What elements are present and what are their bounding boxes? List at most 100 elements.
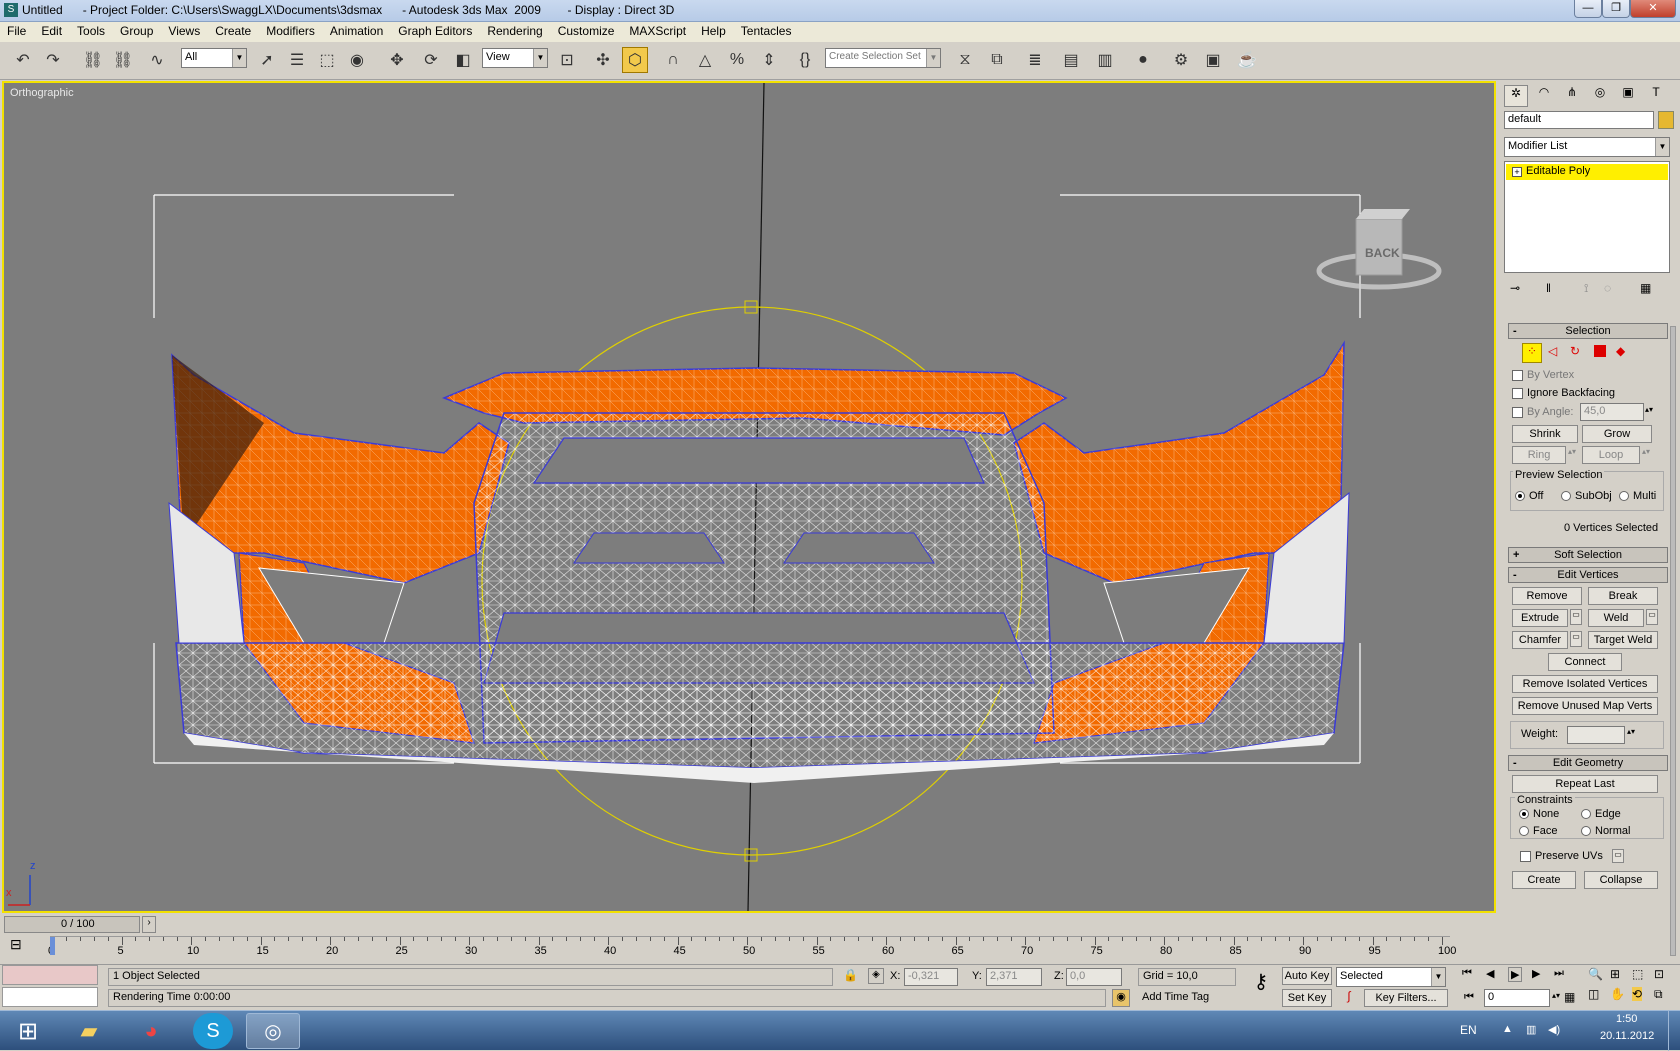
manipulate-icon[interactable]: ✣ (590, 47, 616, 73)
menu-views[interactable]: Views (161, 22, 208, 38)
extrude-settings-icon[interactable]: ▭ (1570, 609, 1582, 625)
make-unique-icon[interactable]: ⟟ (1584, 281, 1588, 296)
key-mode-dropdown[interactable]: Selected ▼ (1336, 967, 1446, 987)
chamfer-settings-icon[interactable]: ▭ (1570, 631, 1582, 647)
zoom-extents-all-icon[interactable]: ⊡ (1654, 967, 1664, 981)
rectangular-selection-icon[interactable]: ⬚ (314, 47, 340, 73)
constraint-none-radio[interactable]: None (1519, 808, 1559, 820)
ref-coord-dropdown[interactable]: View ▼ (482, 48, 548, 68)
grow-button[interactable]: Grow (1582, 425, 1652, 443)
weld-button[interactable]: Weld (1588, 609, 1644, 627)
ignore-backfacing-checkbox[interactable]: Ignore Backfacing (1512, 387, 1615, 399)
by-vertex-checkbox[interactable]: By Vertex (1512, 369, 1574, 381)
skype-taskbar-icon[interactable]: S (193, 1013, 233, 1049)
current-frame-spinner-icon[interactable]: ▴▾ (1552, 991, 1560, 1000)
collapse-button[interactable]: Collapse (1584, 871, 1658, 889)
show-desktop-button[interactable] (1668, 1011, 1680, 1051)
render-setup-icon[interactable]: ⚙ (1168, 47, 1194, 73)
target-weld-button[interactable]: Target Weld (1588, 631, 1658, 649)
pan-view-icon[interactable]: ✋ (1610, 987, 1625, 1001)
named-selection-dropdown[interactable]: Create Selection Set ▼ (825, 48, 941, 68)
menu-edit[interactable]: Edit (34, 22, 70, 38)
zoom-extents-icon[interactable]: ⬚ (1632, 967, 1643, 981)
curve-editor-icon[interactable]: ▥ (1092, 47, 1118, 73)
configure-sets-icon[interactable]: ▦ (1640, 281, 1651, 295)
app-icon[interactable]: S (4, 3, 18, 17)
network-icon[interactable]: ▥ (1526, 1023, 1536, 1036)
go-to-start-icon[interactable]: ⏮ (1462, 967, 1472, 980)
connect-button[interactable]: Connect (1548, 653, 1622, 671)
set-key-button[interactable]: Set Key (1282, 989, 1332, 1007)
menu-modifiers[interactable]: Modifiers (259, 22, 323, 38)
modifier-list-dropdown[interactable]: Modifier List ▼ (1504, 137, 1670, 157)
unlink-icon[interactable]: ⛓ (110, 47, 136, 73)
explorer-taskbar-icon[interactable]: ▰ (62, 1013, 116, 1049)
by-angle-checkbox[interactable]: By Angle: (1512, 406, 1573, 418)
clock-date[interactable]: 20.11.2012 (1600, 1030, 1654, 1042)
menu-tools[interactable]: Tools (70, 22, 113, 38)
track-bar[interactable]: 0510152025303540455055606570758085909510… (48, 936, 1456, 962)
select-object-icon[interactable]: ➚ (254, 47, 280, 73)
object-name-field[interactable]: default (1504, 111, 1654, 129)
preview-subobj-radio[interactable]: SubObj (1561, 490, 1612, 502)
break-button[interactable]: Break (1588, 587, 1658, 605)
key-mode-toggle-icon[interactable]: ⏮ (1464, 991, 1474, 1004)
menu-customize[interactable]: Customize (551, 22, 623, 38)
previous-frame-icon[interactable]: ◀ (1486, 967, 1494, 980)
zoom-all-icon[interactable]: ⊞ (1610, 967, 1620, 981)
stack-item-editable-poly[interactable]: + Editable Poly (1506, 164, 1668, 180)
preserve-uvs-checkbox[interactable]: Preserve UVs (1520, 850, 1603, 862)
zoom-icon[interactable]: 🔍 (1588, 967, 1603, 981)
y-coordinate-field[interactable]: 2,371 (986, 968, 1042, 986)
3dsmax-taskbar-icon[interactable]: ◎ (246, 1013, 300, 1049)
pivot-center-icon[interactable]: ⊡ (554, 47, 580, 73)
constraint-edge-radio[interactable]: Edge (1581, 808, 1621, 820)
snaps-toggle-icon[interactable]: ∩ (660, 47, 686, 73)
object-color-swatch[interactable] (1658, 111, 1674, 129)
create-button[interactable]: Create (1512, 871, 1576, 889)
motion-tab-icon[interactable]: ◎ (1588, 85, 1612, 107)
repeat-last-button[interactable]: Repeat Last (1512, 775, 1658, 793)
edit-vertices-rollout-header[interactable]: - Edit Vertices (1508, 567, 1668, 583)
weight-spinner-icon[interactable]: ▴▾ (1627, 727, 1635, 736)
border-mode-icon[interactable]: ↻ (1570, 344, 1580, 358)
select-and-rotate-icon[interactable]: ⟳ (418, 47, 444, 73)
next-frame-icon[interactable]: ▶ (1532, 967, 1540, 980)
edit-named-selection-icon[interactable]: {} (792, 47, 818, 73)
select-and-move-icon[interactable]: ✥ (384, 47, 410, 73)
create-tab-icon[interactable]: ✲ (1504, 85, 1528, 107)
select-and-link-icon[interactable]: ⛓ (80, 47, 106, 73)
expand-plus-icon[interactable]: + (1512, 167, 1522, 177)
current-frame-field[interactable]: 0 (1484, 989, 1550, 1007)
align-icon[interactable]: ⧉ (984, 47, 1010, 73)
start-button-icon[interactable]: ⊞ (4, 1011, 52, 1051)
tray-arrow-icon[interactable]: ▲ (1502, 1023, 1513, 1035)
menu-graph-editors[interactable]: Graph Editors (391, 22, 480, 38)
angle-snap-icon[interactable]: △ (692, 47, 718, 73)
current-frame-marker[interactable] (50, 937, 55, 955)
orthographic-viewport[interactable]: Orthographic BACK z x (2, 81, 1496, 913)
rendered-frame-window-icon[interactable]: ▣ (1200, 47, 1226, 73)
lock-selection-icon[interactable]: 🔒 (843, 968, 858, 982)
selection-rollout-header[interactable]: - Selection (1508, 323, 1668, 339)
edge-mode-icon[interactable]: ◁ (1548, 344, 1557, 358)
constraint-face-radio[interactable]: Face (1519, 825, 1557, 837)
remove-modifier-icon[interactable]: ◌ (1604, 281, 1611, 295)
preview-multi-radio[interactable]: Multi (1619, 490, 1656, 502)
menu-group[interactable]: Group (113, 22, 161, 38)
constraint-normal-radio[interactable]: Normal (1581, 825, 1630, 837)
utilities-tab-icon[interactable]: T (1644, 85, 1668, 107)
z-coordinate-field[interactable]: 0,0 (1066, 968, 1122, 986)
selection-filter-dropdown[interactable]: All ▼ (181, 48, 247, 68)
preserve-uvs-settings-icon[interactable]: ▭ (1612, 849, 1624, 863)
add-time-tag-button[interactable]: Add Time Tag (1136, 989, 1236, 1007)
set-key-big-icon[interactable]: ⚷ (1246, 969, 1276, 1005)
language-indicator[interactable]: EN (1460, 1023, 1477, 1037)
modify-tab-icon[interactable]: ◠ (1532, 85, 1556, 107)
go-to-end-icon[interactable]: ⏭ (1554, 967, 1564, 980)
keyboard-shortcut-override-icon[interactable]: ⬡ (622, 47, 648, 73)
menu-tentacles[interactable]: Tentacles (734, 22, 800, 38)
absolute-mode-icon[interactable]: ◈ (868, 968, 884, 984)
viewcube-face-label[interactable]: BACK (1365, 246, 1400, 260)
graphite-ribbon-icon[interactable]: ▤ (1058, 47, 1084, 73)
